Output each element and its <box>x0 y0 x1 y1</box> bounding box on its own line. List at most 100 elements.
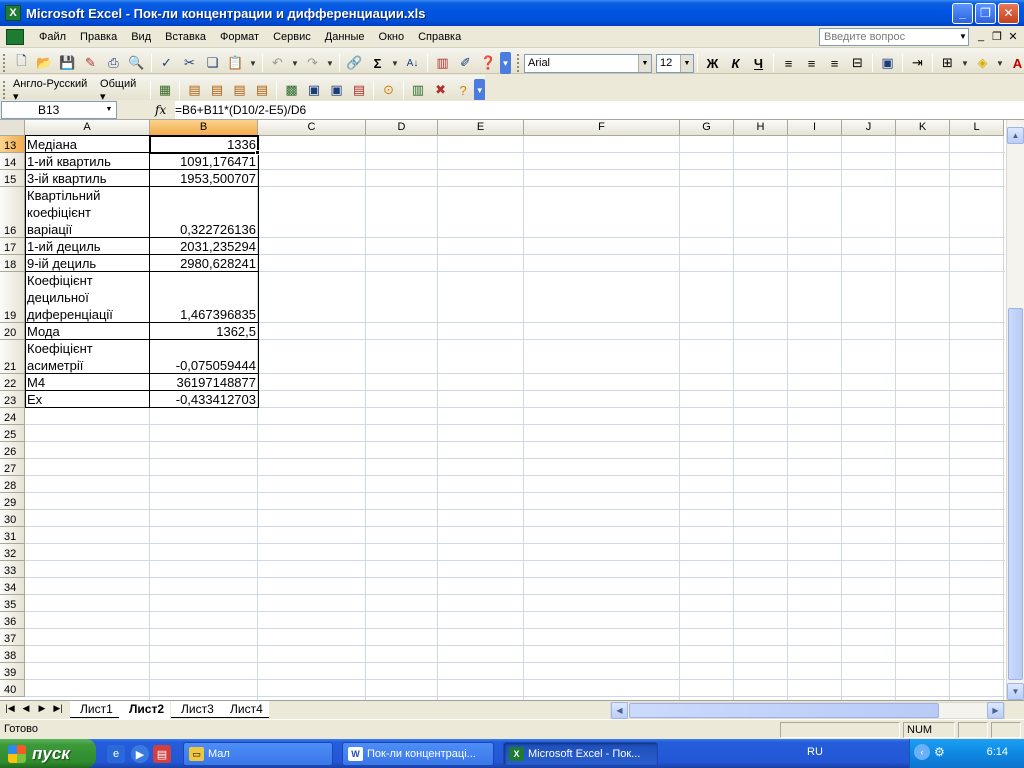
translate-sheet-icon[interactable]: ▤ <box>183 79 206 101</box>
cell-value[interactable]: 1091,176471 <box>150 153 258 170</box>
scroll-up-icon[interactable]: ▲ <box>1007 127 1024 144</box>
cell-value[interactable] <box>150 476 258 493</box>
column-header[interactable]: H <box>734 120 788 136</box>
row-header[interactable]: 23 <box>0 391 25 408</box>
row-header[interactable]: 40 <box>0 680 25 697</box>
column-header[interactable]: I <box>788 120 842 136</box>
next-sheet-icon[interactable]: ▶ <box>35 703 49 714</box>
cell-label[interactable] <box>25 442 150 459</box>
row-header[interactable]: 36 <box>0 612 25 629</box>
undo-icon[interactable]: ↶ <box>266 52 289 74</box>
help-search-input[interactable]: Введите вопрос <box>819 28 969 46</box>
toolbar-grip[interactable] <box>3 54 7 72</box>
paste-dropdown-icon[interactable]: ▼ <box>247 52 259 74</box>
row-header[interactable]: 29 <box>0 493 25 510</box>
cell-label[interactable]: Ex <box>25 391 150 408</box>
column-header[interactable]: C <box>258 120 366 136</box>
help-icon[interactable]: ❓ <box>477 52 500 74</box>
cell-label[interactable]: Коефіцієнт асиметрії <box>25 340 150 374</box>
taskbar-task-button[interactable]: X Microsoft Excel - Пок... <box>503 742 658 766</box>
open-folder-icon[interactable]: 📂 <box>33 52 56 74</box>
translate-selection-icon[interactable]: ▤ <box>206 79 229 101</box>
menu-item[interactable]: Сервис <box>266 27 318 47</box>
cell-value[interactable] <box>150 663 258 680</box>
cell-label[interactable] <box>25 578 150 595</box>
menu-item[interactable]: Вид <box>124 27 158 47</box>
dictionary-book-icon[interactable]: ▩ <box>280 79 303 101</box>
row-header[interactable]: 27 <box>0 459 25 476</box>
autosum-icon[interactable]: Σ <box>366 52 389 74</box>
font-name-select[interactable]: Arial ▼ <box>524 53 652 73</box>
column-header[interactable]: G <box>680 120 734 136</box>
cell-label[interactable] <box>25 493 150 510</box>
workbook-icon[interactable] <box>6 28 24 45</box>
lookup-icon[interactable]: ⊙ <box>377 79 400 101</box>
cell-label[interactable]: Квартільний коефіцієнт варіації <box>25 187 150 238</box>
paste-icon[interactable]: 📋 <box>224 52 247 74</box>
drawing-icon[interactable]: ✐ <box>454 52 477 74</box>
cell-value[interactable] <box>150 629 258 646</box>
toolbar-grip[interactable] <box>517 54 521 72</box>
cell-label[interactable] <box>25 510 150 527</box>
column-header[interactable]: J <box>842 120 896 136</box>
language-indicator[interactable]: RU <box>807 746 823 758</box>
dictionary-lookup-icon[interactable]: ▣ <box>303 79 326 101</box>
mdi-minimize-button[interactable]: _ <box>974 30 988 42</box>
row-header[interactable]: 25 <box>0 425 25 442</box>
fill-handle[interactable] <box>255 150 260 155</box>
cell-label[interactable] <box>25 680 150 697</box>
row-header[interactable]: 21 <box>0 340 25 374</box>
redo-icon[interactable]: ↷ <box>301 52 324 74</box>
redo-dropdown-icon[interactable]: ▼ <box>324 52 336 74</box>
undo-dropdown-icon[interactable]: ▼ <box>289 52 301 74</box>
sheet-tab[interactable]: Лист1 <box>70 701 119 718</box>
cell-label[interactable]: 1-ий квартиль <box>25 153 150 170</box>
cell-label[interactable]: Медіана <box>25 136 150 153</box>
taskbar-task-button[interactable]: ▭ Мал <box>183 742 333 766</box>
cell-value[interactable] <box>150 425 258 442</box>
last-sheet-icon[interactable]: ▶| <box>51 703 65 714</box>
fill-color-icon[interactable]: ◈ <box>971 52 994 74</box>
close-button[interactable]: ✕ <box>998 2 1019 24</box>
merge-center-icon[interactable]: ⊟ <box>846 52 869 74</box>
insert-function-icon[interactable]: fx <box>155 103 175 117</box>
cell-value[interactable] <box>150 561 258 578</box>
cell-label[interactable]: Мода <box>25 323 150 340</box>
cell-value[interactable] <box>150 459 258 476</box>
print-icon[interactable]: ⎙ <box>102 52 125 74</box>
row-header[interactable]: 31 <box>0 527 25 544</box>
cell-value[interactable] <box>150 595 258 612</box>
books-icon[interactable]: ▥ <box>407 79 430 101</box>
column-header[interactable]: B <box>150 120 258 136</box>
cell-value[interactable]: 1,467396835 <box>150 272 258 323</box>
cell-label[interactable]: 1-ий дециль <box>25 238 150 255</box>
row-header[interactable]: 15 <box>0 170 25 187</box>
dictionary-edit-icon[interactable]: ▣ <box>325 79 348 101</box>
help-dropdown-icon[interactable]: ▼ <box>957 29 969 45</box>
tray-arrow-icon[interactable]: ‹ <box>914 744 930 760</box>
cell-value[interactable] <box>150 544 258 561</box>
menu-item[interactable]: Файл <box>32 27 73 47</box>
cell-label[interactable] <box>25 663 150 680</box>
language-pair-select[interactable]: Англо-Русский ▾ <box>10 78 97 103</box>
row-header[interactable]: 37 <box>0 629 25 646</box>
bold-button[interactable]: Ж <box>701 52 724 74</box>
name-box-dropdown-icon[interactable]: ▼ <box>102 102 116 118</box>
dictionary-list-icon[interactable]: ▤ <box>348 79 371 101</box>
taskbar-task-button[interactable]: W Пок-ли концентраці... <box>342 742 494 766</box>
borders-icon[interactable]: ⊞ <box>936 52 959 74</box>
cell-value[interactable] <box>150 578 258 595</box>
hyperlink-icon[interactable]: 🔗 <box>343 52 366 74</box>
menu-item[interactable]: Справка <box>411 27 468 47</box>
align-center-icon[interactable]: ≡ <box>800 52 823 74</box>
column-header[interactable]: L <box>950 120 1004 136</box>
menu-item[interactable]: Правка <box>73 27 124 47</box>
sheet-tab[interactable]: Лист4 <box>220 701 269 718</box>
cell-label[interactable] <box>25 425 150 442</box>
cell-label[interactable] <box>25 459 150 476</box>
autosum-dropdown-icon[interactable]: ▼ <box>389 52 401 74</box>
fill-color-dropdown-icon[interactable]: ▼ <box>994 52 1006 74</box>
column-header[interactable]: K <box>896 120 950 136</box>
sheet-tab[interactable]: Лист3 <box>171 701 220 718</box>
mdi-close-button[interactable]: ✕ <box>1006 30 1020 43</box>
